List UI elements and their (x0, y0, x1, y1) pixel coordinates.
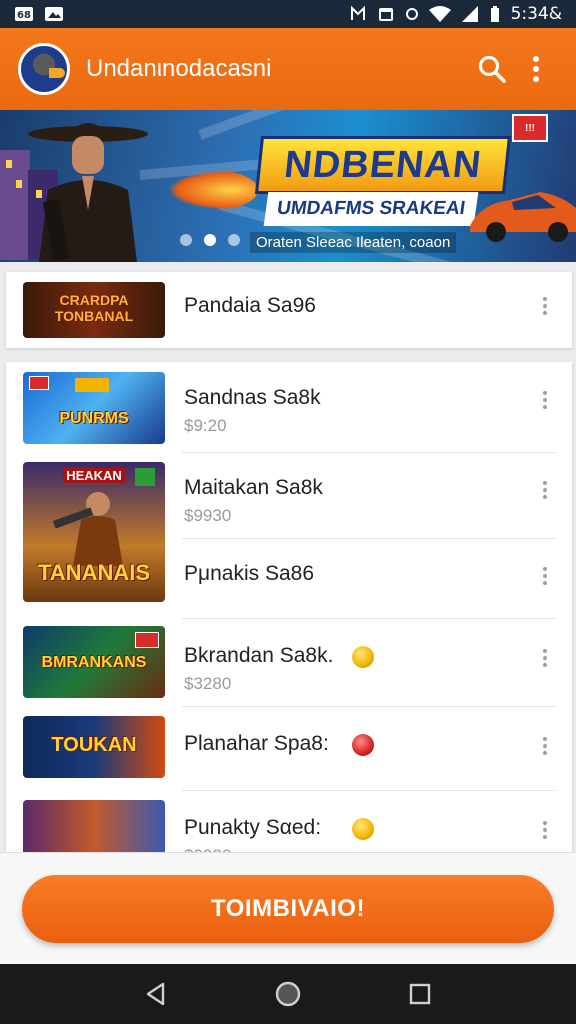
featured-thumbnail: CRARDPA TONBANAL (23, 282, 165, 338)
cta-bar: TOIMBIVAIO! (0, 852, 576, 964)
more-vert-icon (543, 567, 547, 585)
list-item-more-button[interactable] (540, 736, 550, 760)
nav-recents-button[interactable] (400, 974, 440, 1014)
banner-hero-character (28, 123, 148, 262)
featured-title: Pandaia Sa96 (184, 294, 316, 317)
thumbnail-badge (135, 468, 155, 486)
status-left: 68 (14, 5, 64, 23)
thumbnail-badge (29, 376, 49, 390)
banner-blast (168, 170, 258, 210)
nav-back-button[interactable] (136, 974, 176, 1014)
list-item[interactable]: Pμnakis Sa86 (6, 538, 572, 618)
back-icon (146, 982, 165, 1006)
list-item-title: Pμnakis Sa86 (184, 562, 315, 585)
list-thumbnail-label: PUNRMS (59, 410, 129, 427)
list-thumbnail-top-label: HEAKAN (63, 468, 125, 483)
search-button[interactable] (470, 47, 514, 91)
featured-card[interactable]: CRARDPA TONBANAL Pandaia Sa96 (6, 272, 572, 348)
banner-pagination[interactable] (180, 234, 240, 246)
list-item-more-button[interactable] (540, 480, 550, 504)
nav-home-button[interactable] (268, 974, 308, 1014)
list-item-title: Bkrandan Sa8k. (184, 644, 334, 667)
list-item[interactable]: HEAKAN TANANAIS Maitakan Sa8k $9930 (6, 452, 572, 602)
list-item-subtitle: $9:20 (184, 416, 227, 435)
list-thumbnail: BMRANKANS (23, 626, 165, 698)
banner-caption: Oraten Sleeac Ileaten, coaon (250, 232, 457, 253)
nfc-icon (350, 5, 365, 20)
list-item-more-button[interactable] (540, 648, 550, 672)
more-vert-icon (543, 391, 547, 409)
list-item-subtitle: $3280 (184, 674, 232, 693)
more-vert-icon (543, 821, 547, 839)
promo-banner[interactable]: NDBENAN UMDAFMS SRAKEAI Oraten Sleeac Il… (0, 110, 576, 262)
system-nav-bar (0, 964, 576, 1024)
app-bar: Undanιnodacasni (0, 28, 576, 110)
list-thumbnail-label: BMRANKANS (41, 654, 147, 671)
list-item-title: Planahar Spa8: (184, 732, 329, 755)
banner-dot-active[interactable] (204, 234, 216, 246)
more-vert-icon (543, 649, 547, 667)
overflow-menu-button[interactable] (514, 47, 558, 91)
banner-badge: !!! (512, 114, 548, 142)
status-right: 5:34& (349, 4, 562, 24)
battery-icon (490, 6, 499, 22)
thumbnail-badge (75, 378, 109, 392)
app-logo[interactable] (18, 43, 70, 95)
svg-text:68: 68 (17, 10, 31, 21)
image-icon (45, 7, 63, 21)
list-item-more-button[interactable] (540, 820, 550, 844)
thumbnail-badge (135, 632, 159, 648)
notification-icon: 68 (15, 7, 33, 21)
coin-icon (352, 646, 374, 668)
search-icon (478, 55, 506, 83)
status-time: 5:34& (510, 4, 562, 24)
list-item-title: Sandnas Sa8k (184, 386, 321, 409)
list-item-title: Maitakan Sa8k (184, 476, 323, 499)
featured-thumbnail-label: CRARDPA TONBANAL (54, 292, 134, 324)
home-icon (275, 981, 301, 1007)
list-item-subtitle: $9930 (184, 506, 232, 525)
banner-dot[interactable] (228, 234, 240, 246)
app-title: Undanιnodacasni (86, 55, 272, 82)
signal-icon (461, 6, 478, 22)
recents-icon (409, 983, 431, 1005)
game-list: PUNRMS Sandnas Sa8k $9:20 HEAKAN TANANAI… (6, 362, 572, 862)
more-vert-icon (533, 56, 539, 82)
more-vert-icon (543, 481, 547, 499)
calendar-icon (378, 8, 393, 21)
list-thumbnail-label: TOUKAN (51, 734, 137, 756)
status-bar: 68 5:34& (0, 0, 576, 28)
list-thumbnail: PUNRMS (23, 372, 165, 444)
banner-dot[interactable] (180, 234, 192, 246)
wifi-icon (428, 6, 451, 22)
primary-cta-button[interactable]: TOIMBIVAIO! (22, 875, 554, 943)
list-item-more-button[interactable] (540, 390, 550, 414)
banner-car (470, 192, 576, 242)
list-thumbnail: TOUKAN (23, 716, 165, 778)
list-item-title: Punakty Sαed: (184, 816, 322, 839)
coin-icon (352, 734, 374, 756)
more-vert-icon (543, 297, 547, 315)
list-item[interactable]: TOUKAN Planahar Spa8: (6, 706, 572, 792)
data-icon (405, 8, 418, 20)
featured-more-button[interactable] (540, 296, 550, 320)
more-vert-icon (543, 737, 547, 755)
coin-icon (352, 818, 374, 840)
list-item-more-button[interactable] (540, 566, 550, 590)
banner-subtitle: UMDAFMS SRAKEAI (263, 192, 479, 226)
list-item[interactable]: PUNRMS Sandnas Sa8k $9:20 (6, 362, 572, 452)
list-item[interactable]: BMRANKANS Bkrandan Sa8k. $3280 (6, 618, 572, 706)
